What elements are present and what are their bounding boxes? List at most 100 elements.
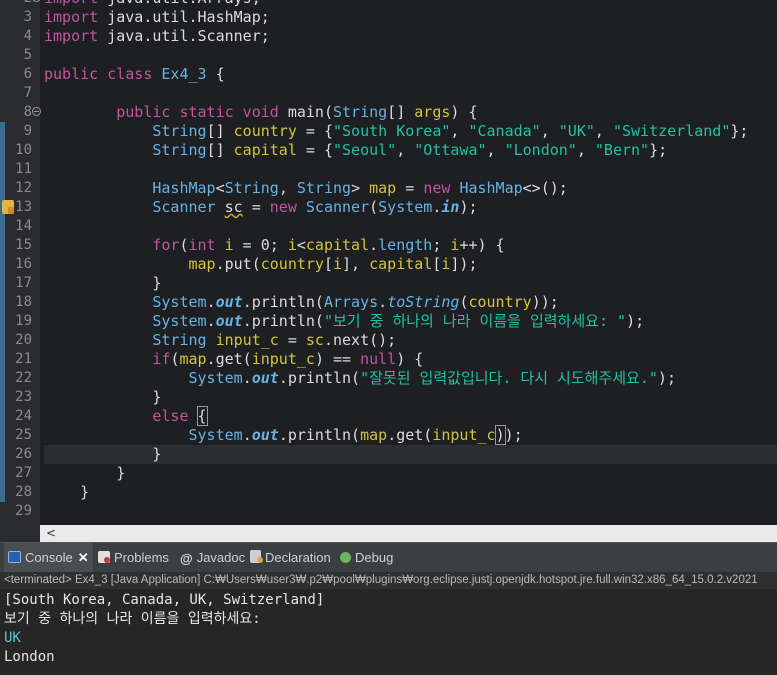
code-token: in xyxy=(441,198,460,216)
code-line[interactable]: 21 if(map.get(input_c) == null) { xyxy=(0,350,777,369)
code-token: input_c xyxy=(251,350,315,368)
code-text[interactable]: } xyxy=(44,445,777,464)
line-number: 20 xyxy=(15,332,32,348)
code-token: , xyxy=(486,141,505,159)
code-line[interactable]: 9 String[] country = {"South Korea", "Ca… xyxy=(0,122,777,141)
code-token: [ xyxy=(323,255,333,273)
code-token: int xyxy=(188,236,225,254)
code-line[interactable]: 7 xyxy=(0,84,777,103)
code-line[interactable]: 28 } xyxy=(0,483,777,502)
close-icon[interactable]: ✕ xyxy=(78,550,89,565)
code-text[interactable]: } xyxy=(44,388,777,407)
code-token: .println( xyxy=(278,369,361,387)
code-text[interactable]: else { xyxy=(44,406,777,426)
code-line[interactable]: 25 System.out.println(map.get(input_c)); xyxy=(0,425,777,445)
code-line[interactable]: 16 map.put(country[i], capital[i]); xyxy=(0,255,777,274)
code-text[interactable]: } xyxy=(44,483,777,502)
code-text[interactable]: String[] country = {"South Korea", "Cana… xyxy=(44,122,777,141)
tab-debug[interactable]: Debug xyxy=(340,543,393,573)
code-token: "Ottawa" xyxy=(414,141,487,159)
code-text[interactable]: public class Ex4_3 { xyxy=(44,65,777,84)
scroll-left-icon[interactable]: < xyxy=(46,525,56,542)
code-line[interactable]: 27 } xyxy=(0,464,777,483)
code-token: ( xyxy=(323,103,333,121)
code-text[interactable]: map.put(country[i], capital[i]); xyxy=(44,255,777,274)
code-text[interactable]: public static void main(String[] args) { xyxy=(44,103,777,122)
code-text[interactable]: Scanner sc = new Scanner(System.in); xyxy=(44,198,777,217)
fold-toggle-icon[interactable] xyxy=(32,107,41,116)
code-token: String xyxy=(296,179,352,197)
code-text[interactable]: HashMap<String, String> map = new HashMa… xyxy=(44,179,777,198)
code-token: System xyxy=(188,369,243,387)
code-line[interactable]: 18 System.out.println(Arrays.toString(co… xyxy=(0,293,777,312)
code-text[interactable] xyxy=(44,502,777,521)
code-text[interactable]: System.out.println("잘못된 입력값입니다. 다시 시도해주세… xyxy=(44,369,777,388)
code-line[interactable]: 26 } xyxy=(0,445,777,464)
code-token: java.util.HashMap; xyxy=(98,8,270,26)
code-token: Arrays xyxy=(323,293,379,311)
code-text[interactable] xyxy=(44,46,777,65)
code-token: = 0; xyxy=(233,236,288,254)
code-token: out xyxy=(251,369,279,387)
declaration-icon xyxy=(250,550,263,563)
code-text[interactable]: } xyxy=(44,274,777,293)
code-token: out xyxy=(215,312,243,330)
code-line[interactable]: 29 xyxy=(0,502,777,521)
code-token: "South Korea" xyxy=(333,122,451,140)
code-text[interactable]: } xyxy=(44,464,777,483)
code-text[interactable]: System.out.println(Arrays.toString(count… xyxy=(44,293,777,312)
code-token: .println( xyxy=(278,426,361,444)
fold-toggle-icon[interactable] xyxy=(32,0,41,2)
line-number: 23 xyxy=(15,389,32,405)
code-line[interactable]: 13 Scanner sc = new Scanner(System.in); xyxy=(0,198,777,217)
gutter-scroll-pad xyxy=(0,525,40,542)
code-token: map xyxy=(188,255,216,273)
code-text[interactable] xyxy=(44,160,777,179)
tab-console[interactable]: Console ✕ xyxy=(4,543,93,573)
code-line[interactable]: 4 import java.util.Scanner; xyxy=(0,27,777,46)
code-line[interactable]: 8 public static void main(String[] args)… xyxy=(0,103,777,122)
code-text[interactable]: System.out.println("보기 중 하나의 나라 이름을 입력하세… xyxy=(44,312,777,331)
line-number: 2 xyxy=(6,0,32,8)
code-line[interactable]: 12 HashMap<String, String> map = new Has… xyxy=(0,179,777,198)
code-line[interactable]: 14 xyxy=(0,217,777,236)
code-token: )); xyxy=(531,293,559,311)
code-line[interactable]: 19 System.out.println("보기 중 하나의 나라 이름을 입… xyxy=(0,312,777,331)
code-text[interactable]: if(map.get(input_c) == null) { xyxy=(44,350,777,369)
code-text[interactable]: String[] capital = {"Seoul", "Ottawa", "… xyxy=(44,141,777,160)
tab-javadoc[interactable]: @ Javadoc xyxy=(180,543,245,573)
code-line[interactable]: 24 else { xyxy=(0,406,777,426)
code-token: map xyxy=(179,350,207,368)
code-text[interactable] xyxy=(44,217,777,236)
code-text[interactable]: import java.util.HashMap; xyxy=(44,8,777,27)
tab-problems[interactable]: Problems xyxy=(98,543,169,573)
code-line[interactable]: 6 public class Ex4_3 { xyxy=(0,65,777,84)
code-text[interactable]: import java.util.Scanner; xyxy=(44,27,777,46)
code-line[interactable]: 17 } xyxy=(0,274,777,293)
code-line[interactable]: 15 for(int i = 0; i<capital.length; i++)… xyxy=(0,236,777,255)
code-line[interactable]: 11 xyxy=(0,160,777,179)
code-line[interactable]: 2 import java.util.Arrays; xyxy=(0,0,777,8)
code-token: out xyxy=(215,293,243,311)
code-token: > xyxy=(351,179,370,197)
code-line[interactable]: 3 import java.util.HashMap; xyxy=(0,8,777,27)
code-line[interactable]: 22 System.out.println("잘못된 입력값입니다. 다시 시도… xyxy=(0,369,777,388)
code-text[interactable]: import java.util.Arrays; xyxy=(44,0,777,8)
line-number: 22 xyxy=(15,370,32,386)
code-text[interactable]: String input_c = sc.next(); xyxy=(44,331,777,350)
code-line[interactable]: 20 String input_c = sc.next(); xyxy=(0,331,777,350)
code-line[interactable]: 10 String[] capital = {"Seoul", "Ottawa"… xyxy=(0,141,777,160)
code-line[interactable]: 23 } xyxy=(0,388,777,407)
warning-marker-icon[interactable] xyxy=(2,200,14,214)
tab-declaration[interactable]: Declaration xyxy=(250,543,331,573)
horizontal-scrollbar[interactable]: < xyxy=(40,525,777,542)
code-token: new xyxy=(269,198,306,216)
code-editor[interactable]: 2 import java.util.Arrays; 3 import java.ut… xyxy=(0,0,777,525)
code-text[interactable]: for(int i = 0; i<capital.length; i++) { xyxy=(44,236,777,255)
code-line[interactable]: 5 xyxy=(0,46,777,65)
code-token: , xyxy=(278,179,297,197)
console-output[interactable]: [South Korea, Canada, UK, Switzerland] 보기… xyxy=(0,589,777,675)
code-text[interactable]: System.out.println(map.get(input_c)); xyxy=(44,425,777,445)
code-text[interactable] xyxy=(44,84,777,103)
